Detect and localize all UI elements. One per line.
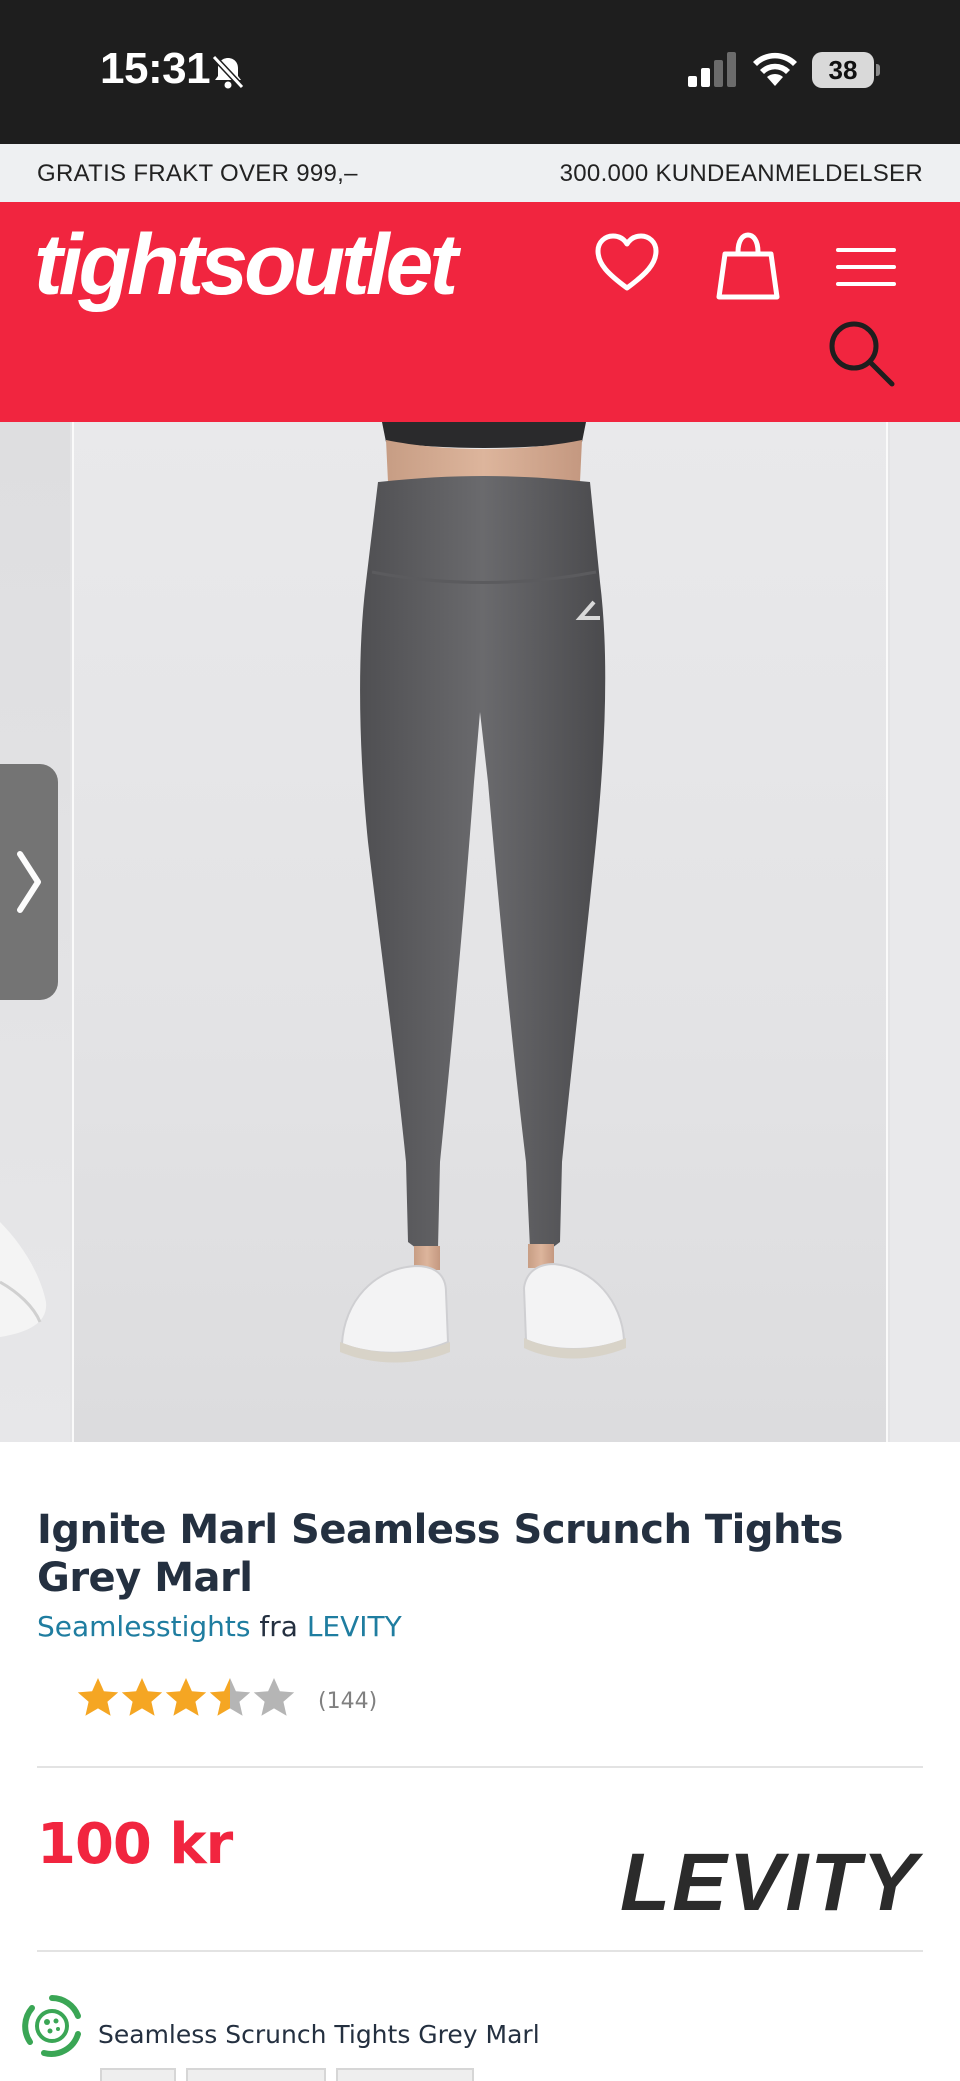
brand-link[interactable]: LEVITY bbox=[307, 1610, 402, 1643]
chevron-right-icon bbox=[17, 851, 41, 913]
brand-logo[interactable]: LEVITY bbox=[620, 1836, 919, 1930]
product-rating[interactable]: (144) bbox=[76, 1676, 377, 1724]
status-bar: 15:31 38 bbox=[0, 0, 960, 144]
hamburger-menu-icon[interactable] bbox=[836, 246, 896, 288]
from-word: fra bbox=[259, 1610, 298, 1643]
cellular-signal-icon bbox=[688, 52, 736, 87]
product-title: Ignite Marl Seamless Scrunch Tights Grey… bbox=[37, 1507, 843, 1601]
variant-title: Seamless Scrunch Tights Grey Marl bbox=[98, 2020, 540, 2049]
leggings-illustration bbox=[340, 422, 626, 1363]
next-image-peek[interactable] bbox=[890, 422, 960, 1442]
heart-icon[interactable] bbox=[594, 232, 660, 294]
variant-thumbnail[interactable] bbox=[336, 2068, 474, 2081]
cookie-consent-icon[interactable] bbox=[18, 1992, 86, 2060]
star-icon bbox=[165, 1678, 207, 1716]
battery-level: 38 bbox=[812, 52, 874, 88]
search-icon[interactable] bbox=[826, 318, 898, 390]
wifi-icon bbox=[753, 52, 797, 86]
star-icon bbox=[77, 1678, 119, 1716]
rating-stars bbox=[76, 1678, 296, 1716]
reviews-count-notice[interactable]: 300.000 KUNDEANMELDELSER bbox=[560, 160, 923, 188]
status-time: 15:31 bbox=[100, 44, 211, 93]
variant-thumbnail[interactable] bbox=[186, 2068, 326, 2081]
battery-icon: 38 bbox=[812, 52, 880, 88]
review-count[interactable]: (144) bbox=[318, 1689, 377, 1714]
site-logo[interactable]: tightsoutlet bbox=[34, 216, 458, 315]
divider bbox=[37, 1950, 923, 1952]
bell-slash-icon bbox=[211, 54, 245, 90]
product-image-gallery[interactable] bbox=[0, 422, 960, 1442]
product-category-brand: Seamlesstights fra LEVITY bbox=[37, 1610, 402, 1643]
product-price: 100 kr bbox=[37, 1812, 233, 1877]
star-icon bbox=[253, 1678, 295, 1716]
site-header: tightsoutlet bbox=[0, 202, 960, 422]
star-icon bbox=[209, 1678, 251, 1716]
product-image bbox=[72, 422, 888, 1442]
category-link[interactable]: Seamlesstights bbox=[37, 1610, 250, 1643]
gallery-next-arrow[interactable] bbox=[0, 764, 58, 1000]
star-icon bbox=[121, 1678, 163, 1716]
shopping-bag-icon[interactable] bbox=[716, 232, 780, 300]
divider bbox=[37, 1766, 923, 1768]
free-shipping-notice: GRATIS FRAKT OVER 999,– bbox=[37, 160, 358, 187]
variant-thumbnail[interactable] bbox=[100, 2068, 176, 2081]
promo-bar: GRATIS FRAKT OVER 999,– 300.000 KUNDEANM… bbox=[0, 144, 960, 202]
